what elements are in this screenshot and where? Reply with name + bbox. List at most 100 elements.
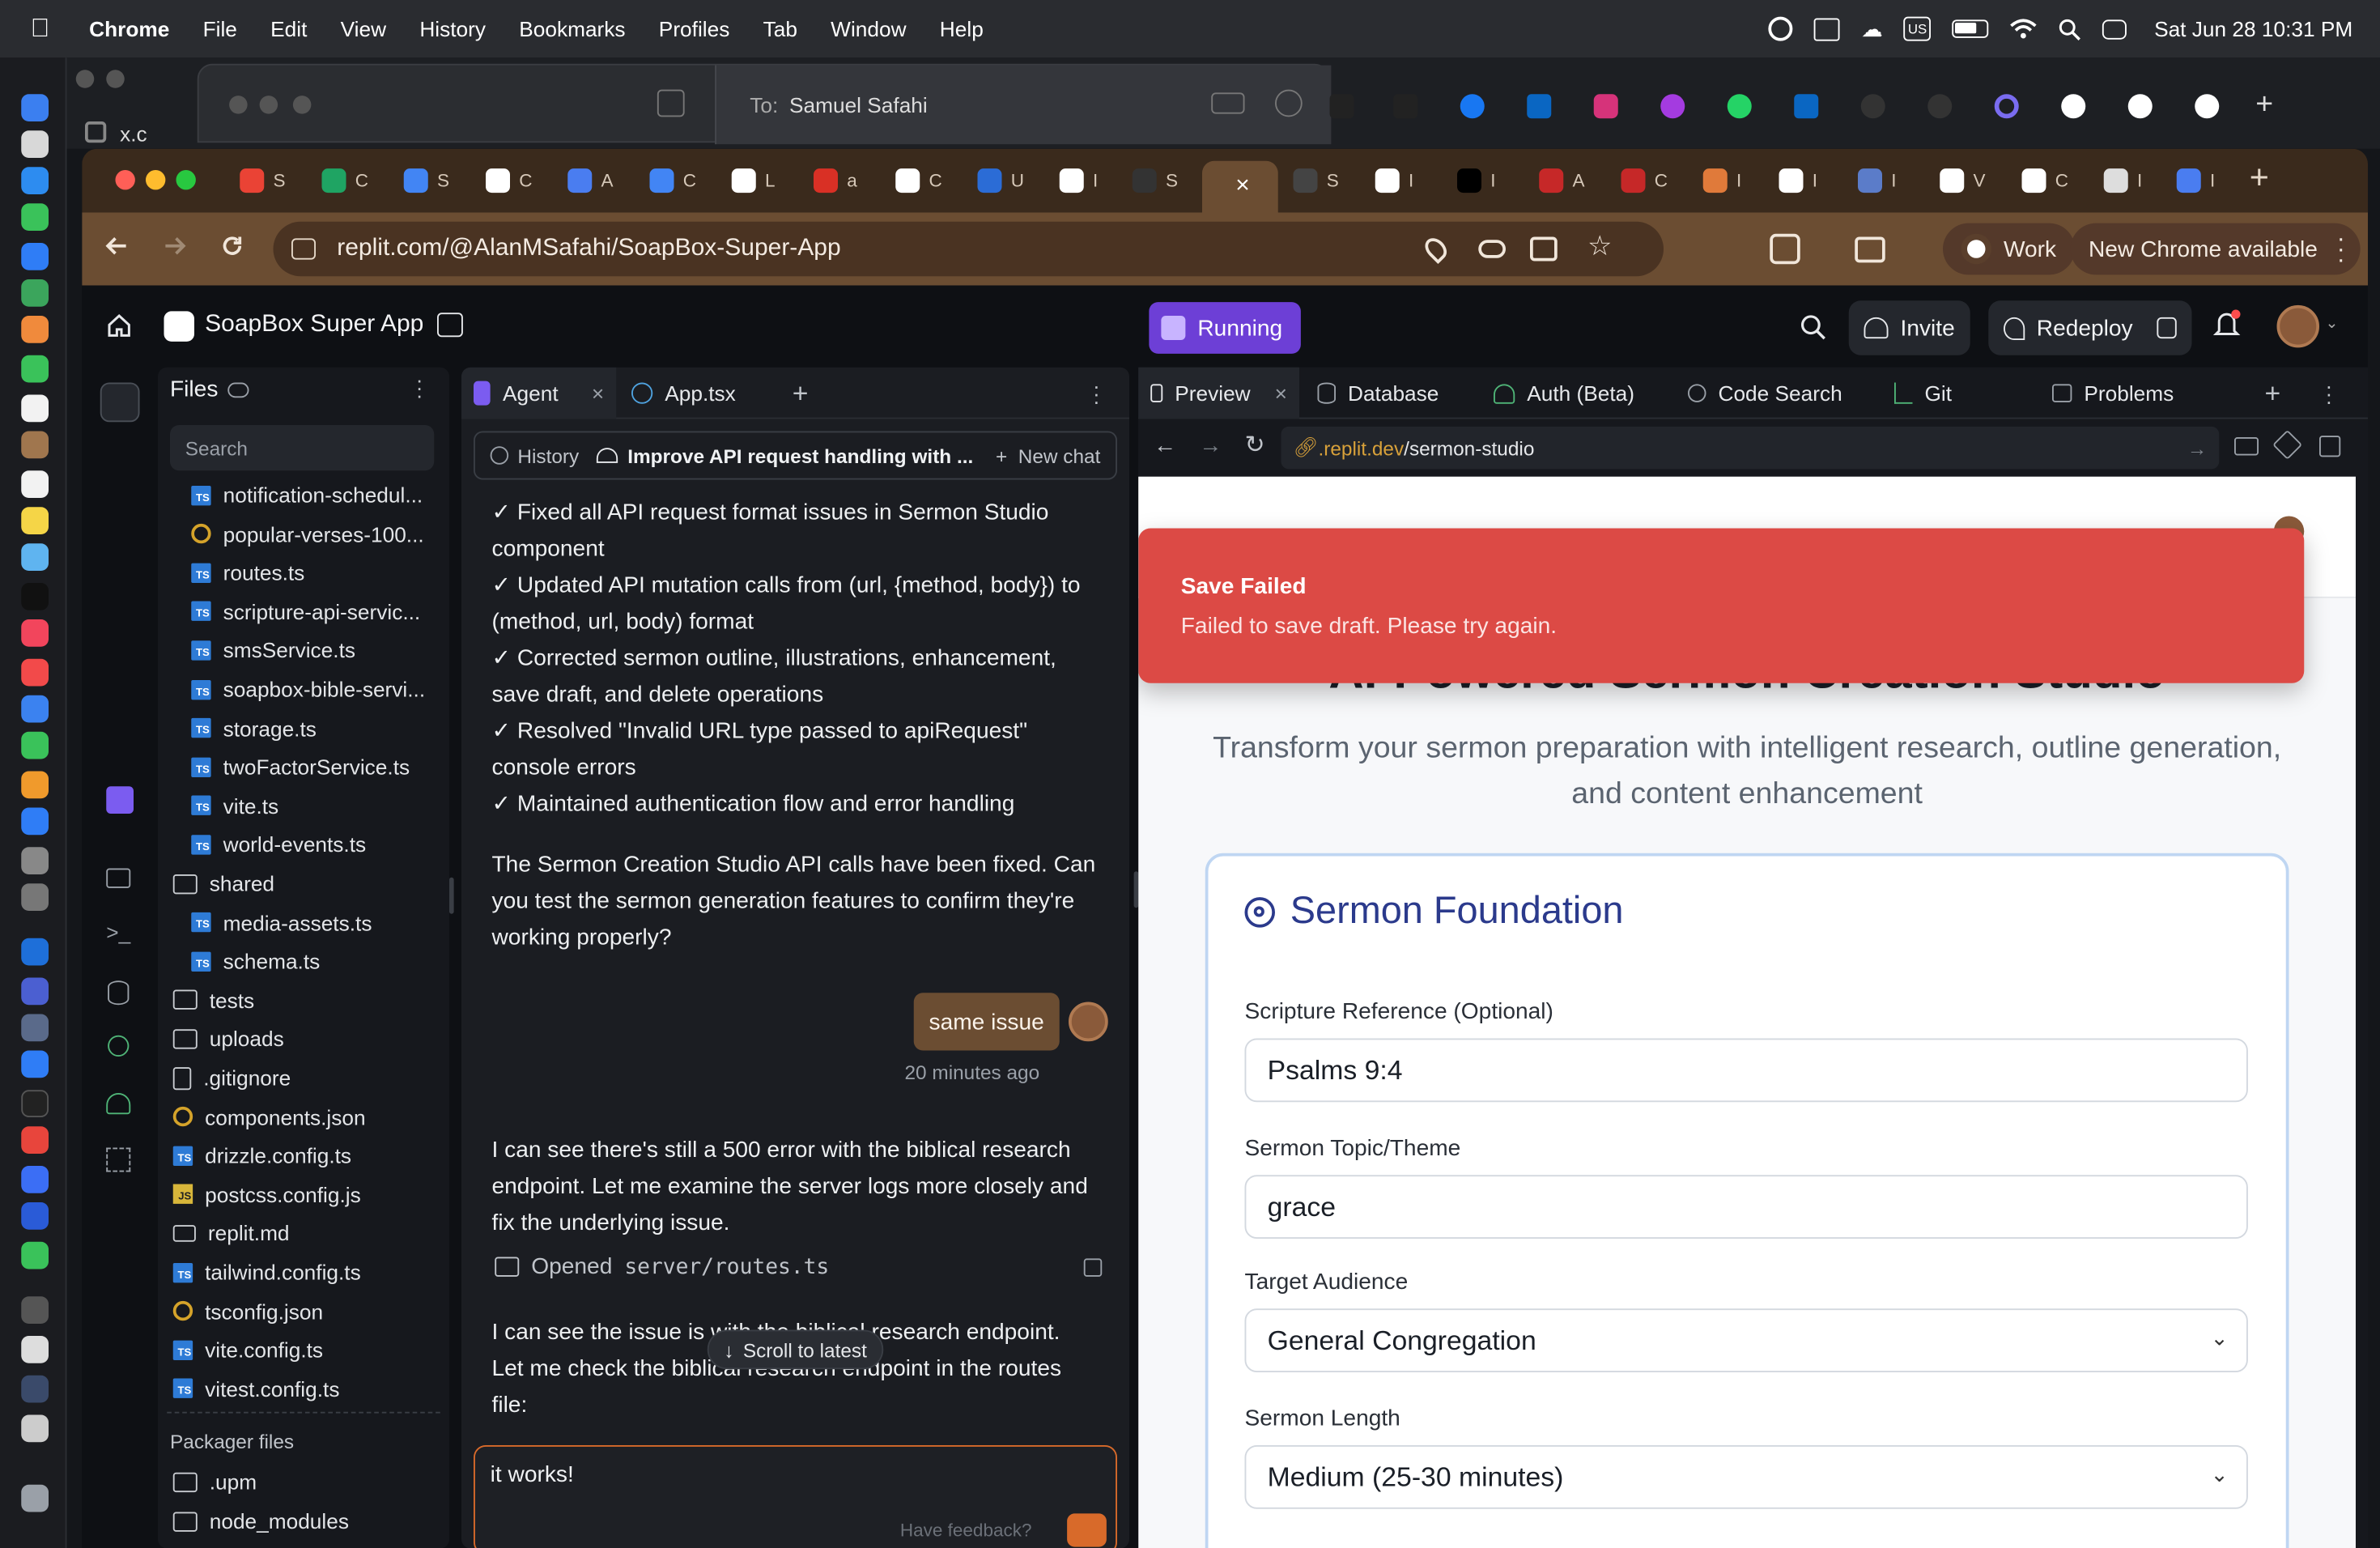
file-item[interactable]: replit.md	[172, 1215, 290, 1252]
browser-tab-active[interactable]: ×	[1202, 160, 1278, 213]
chat-input-box[interactable]: it works! Have feedback?	[474, 1445, 1117, 1548]
agent-tool-icon[interactable]	[106, 786, 134, 814]
menu-profiles[interactable]: Profiles	[659, 17, 730, 41]
window-zoom-button[interactable]	[176, 170, 196, 190]
menu-file[interactable]: File	[203, 17, 237, 41]
browser-tab[interactable]: S	[240, 161, 300, 201]
folder-item[interactable]: tests	[172, 982, 254, 1019]
tab-problems[interactable]: Problems	[2040, 368, 2186, 419]
file-item[interactable]: JS postcss.config.js	[172, 1176, 361, 1213]
browser-tab[interactable]: S	[1132, 161, 1193, 201]
folder-item[interactable]: shared	[172, 865, 274, 902]
mail-icon[interactable]	[21, 243, 49, 270]
utility-icon[interactable]	[21, 883, 49, 911]
menu-view[interactable]: View	[341, 17, 386, 41]
screenshot-icon[interactable]	[21, 1375, 49, 1403]
preview-back-icon[interactable]: ←	[1154, 432, 1176, 458]
file-item[interactable]: TS world-events.ts	[191, 827, 366, 863]
deploy-split-icon[interactable]	[2157, 317, 2177, 339]
browser-tab[interactable]: C	[1621, 161, 1682, 201]
browser-tab[interactable]: C	[2021, 161, 2083, 201]
input-source-icon[interactable]: US	[1903, 16, 1932, 41]
password-key-icon[interactable]	[1478, 240, 1506, 258]
auth-tool-icon[interactable]	[106, 1093, 131, 1115]
browser-tab[interactable]: S	[1293, 161, 1354, 201]
notifications-bell-icon[interactable]	[2212, 309, 2241, 341]
linkedin-icon[interactable]	[1527, 94, 1552, 119]
file-item[interactable]: TS schema.ts	[191, 943, 320, 980]
browser-tab[interactable]: a	[814, 161, 874, 201]
file-item[interactable]: TS tailwind.config.ts	[172, 1254, 361, 1291]
file-item[interactable]: TS vite.ts	[191, 788, 278, 824]
teams-icon[interactable]	[21, 977, 49, 1006]
menu-history[interactable]: History	[419, 17, 486, 41]
save-failed-toast[interactable]: Save Failed Failed to save draft. Please…	[1138, 528, 2305, 683]
browser-tab[interactable]: S	[403, 161, 465, 201]
music-icon[interactable]	[21, 619, 49, 647]
update-chrome-button[interactable]: New Chrome available · · ·	[2070, 223, 2361, 275]
history-button[interactable]: History	[517, 444, 579, 466]
back-icon[interactable]	[104, 232, 131, 260]
reload-icon[interactable]	[219, 232, 246, 260]
preview-menu-icon[interactable]: · · ·	[2314, 368, 2345, 419]
packager-item-node-modules[interactable]: node_modules	[172, 1503, 349, 1539]
redeploy-button[interactable]: Redeploy	[1988, 300, 2192, 355]
signal-icon[interactable]	[21, 1166, 49, 1193]
control-center-icon[interactable]	[2102, 19, 2127, 39]
system-settings-icon[interactable]	[21, 847, 49, 874]
menubar-clock[interactable]: Sat Jun 28 10:31 PM	[2154, 17, 2352, 41]
search-icon[interactable]	[1800, 314, 1826, 340]
finder-icon[interactable]	[21, 94, 49, 121]
file-item[interactable]: .gitignore	[172, 1060, 291, 1096]
secrets-tool-icon[interactable]	[108, 1035, 130, 1057]
tab-auth[interactable]: Auth (Beta)	[1481, 368, 1647, 419]
facetime-icon[interactable]	[21, 355, 49, 383]
address-bar[interactable]: replit.com/@AlanMSafahi/SoapBox-Super-Ap…	[273, 221, 1664, 277]
tv-icon[interactable]	[21, 583, 49, 610]
scripture-reference-input[interactable]: Psalms 9:4	[1244, 1038, 2248, 1103]
menu-edit[interactable]: Edit	[270, 17, 307, 41]
browser-tab[interactable]: L	[731, 161, 793, 201]
menu-bookmarks[interactable]: Bookmarks	[519, 17, 625, 41]
weather-icon[interactable]: ☁	[1861, 16, 1882, 42]
extensions-icon[interactable]	[1770, 233, 1800, 265]
compose-icon[interactable]	[657, 89, 685, 117]
tab-database[interactable]: Database	[1306, 368, 1451, 419]
files-app-icon[interactable]	[21, 1050, 49, 1078]
safari-icon[interactable]	[21, 167, 49, 194]
launchpad-icon[interactable]	[21, 130, 49, 158]
tab-git[interactable]: Git	[1882, 368, 1964, 419]
google-icon[interactable]	[2061, 94, 2086, 119]
browser-tab[interactable]: U	[977, 161, 1039, 201]
window-minimize-button[interactable]	[146, 170, 166, 190]
profile-work-button[interactable]: Work	[1943, 223, 2075, 275]
reminders-icon[interactable]	[21, 470, 49, 498]
files-tool-icon[interactable]	[100, 382, 140, 423]
preview-tool-icon[interactable]	[106, 868, 131, 888]
sermon-length-select[interactable]: Medium (25-30 minutes) ⌄	[1244, 1445, 2248, 1509]
file-item[interactable]: TS smsService.ts	[191, 632, 355, 669]
browser-tab[interactable]: A	[567, 161, 628, 201]
add-tab-icon[interactable]: +	[780, 368, 821, 419]
forward-icon[interactable]	[161, 232, 189, 260]
contacts-icon[interactable]	[21, 431, 49, 459]
app-store-icon[interactable]	[21, 807, 49, 836]
trash-icon[interactable]	[21, 1484, 49, 1512]
file-item[interactable]: TS drizzle.config.ts	[172, 1138, 351, 1174]
send-button[interactable]	[1067, 1513, 1107, 1547]
chrome-menu-icon[interactable]: · · ·	[2337, 227, 2345, 272]
downloads-icon[interactable]	[21, 1414, 49, 1443]
tab-agent[interactable]: Agent ×	[461, 367, 617, 419]
menu-window[interactable]: Window	[831, 17, 906, 41]
close-tab-icon[interactable]: ×	[1235, 173, 1250, 201]
numbers-icon[interactable]	[21, 731, 49, 759]
browser-tab[interactable]: I	[1858, 161, 1919, 201]
news-icon[interactable]	[21, 658, 49, 687]
run-status-button[interactable]: Running	[1149, 302, 1301, 354]
file-item[interactable]: components.json	[172, 1099, 366, 1135]
tab-code-search[interactable]: Code Search	[1676, 368, 1855, 419]
project-name[interactable]: SoapBox Super App	[205, 311, 423, 338]
new-chat-button[interactable]: + New chat	[996, 444, 1100, 466]
file-item[interactable]: TS vite.config.ts	[172, 1332, 323, 1368]
bookmark-star-icon[interactable]: ☆	[1587, 231, 1612, 262]
